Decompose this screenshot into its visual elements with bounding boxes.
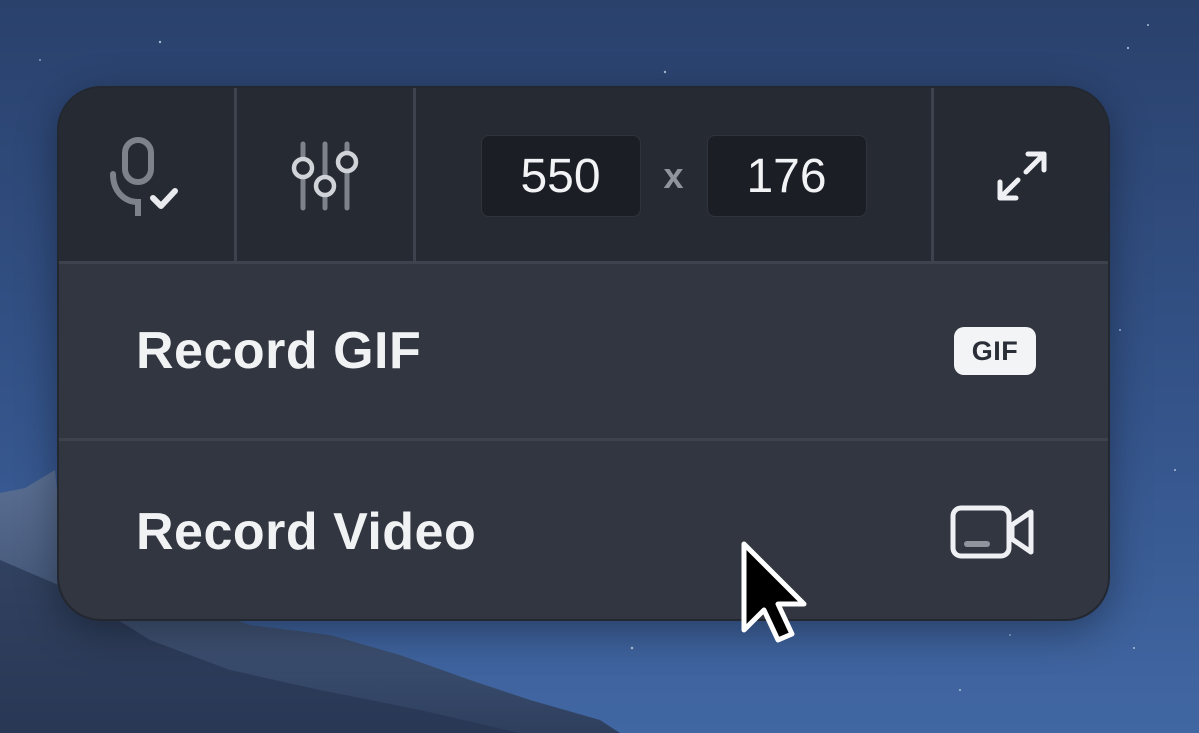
gif-badge-icon: GIF — [954, 327, 1036, 375]
height-input[interactable]: 176 — [706, 135, 867, 217]
record-video-label: Record Video — [136, 503, 477, 561]
record-video-menu-item[interactable]: Record Video — [59, 444, 1108, 619]
settings-sliders-button[interactable] — [237, 88, 413, 264]
microphone-button[interactable] — [59, 88, 234, 264]
width-input[interactable]: 550 — [480, 135, 641, 217]
microphone-check-icon — [109, 137, 178, 216]
mouse-cursor-icon — [741, 541, 807, 643]
record-gif-label: Record GIF — [136, 322, 422, 380]
toolbar: 550 x 176 — [59, 88, 1108, 264]
recording-menu-panel: 550 x 176 Record GIF GIF Record Video — [57, 86, 1110, 621]
record-gif-menu-item[interactable]: Record GIF GIF — [59, 264, 1108, 441]
fullscreen-button[interactable] — [934, 88, 1108, 264]
dimensions-group: 550 x 176 — [416, 88, 931, 264]
expand-icon — [997, 151, 1047, 201]
sliders-icon — [291, 141, 359, 211]
dimension-separator: x — [663, 155, 684, 196]
video-camera-icon — [950, 505, 1034, 559]
